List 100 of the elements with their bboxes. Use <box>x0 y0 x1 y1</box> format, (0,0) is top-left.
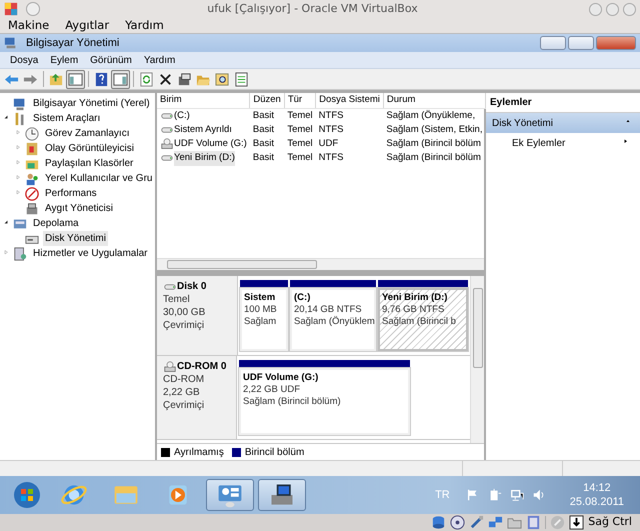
close-button[interactable] <box>596 36 636 50</box>
menu-item[interactable]: Eylem <box>44 52 84 68</box>
table-cell: NTFS <box>318 124 344 135</box>
scrollbar-thumb[interactable] <box>167 260 317 269</box>
menu-item[interactable]: Dosya <box>4 52 44 68</box>
tree-item[interactable]: Sistem Araçları <box>31 111 102 126</box>
column-header[interactable]: Durum <box>383 93 486 108</box>
volume-name[interactable]: (C:) <box>174 108 190 123</box>
volume-name[interactable]: Yeni Birim (D:) <box>174 151 235 166</box>
tree-item[interactable]: Depolama <box>31 216 81 231</box>
restore-button[interactable] <box>568 36 594 50</box>
table-cell: Basit <box>252 124 274 135</box>
partition-size: 2,22 GB UDF <box>243 384 302 396</box>
start-orb-icon <box>12 480 42 510</box>
speaker-icon[interactable] <box>532 488 546 502</box>
partition[interactable]: Yeni Birim (D:) 9,76 GB NTFS Sağlam (Birincil b <box>378 288 468 351</box>
partition-status: Sağlam (Birincil b <box>382 316 457 328</box>
date: 25.08.2011 <box>570 495 624 509</box>
taskbar-button[interactable] <box>258 479 306 511</box>
tree-item[interactable]: Olay Görüntüleyicisi <box>43 141 136 156</box>
usb-icon[interactable] <box>469 515 484 530</box>
storage-icon <box>13 216 27 230</box>
partition[interactable]: (C:) 20,14 GB NTFS Sağlam (Önyüklem <box>290 288 376 351</box>
tree-item[interactable]: Görev Zamanlayıcı <box>43 126 132 141</box>
tree-item[interactable]: Hizmetler ve Uygulamalar <box>31 246 150 261</box>
table-cell: Temel <box>287 152 313 164</box>
action-pane-icon <box>113 72 128 86</box>
tree-item[interactable]: Paylaşılan Klasörler <box>43 156 136 171</box>
folder-up-icon <box>49 72 64 86</box>
device-icon <box>25 202 39 216</box>
partition-status: Sağlam (Önyüklem <box>294 316 372 328</box>
disk-size: 2,22 GB <box>163 386 201 399</box>
clock-icon <box>25 126 39 140</box>
console-tree-button[interactable] <box>66 70 85 88</box>
menu-item[interactable]: Görünüm <box>84 52 138 68</box>
list-icon <box>234 72 249 86</box>
partition-label: Yeni Birim (D:) <box>382 292 448 304</box>
network-icon[interactable] <box>488 515 504 530</box>
column-header[interactable]: Düzen <box>250 93 284 108</box>
tree-item[interactable]: Yerel Kullanıcılar ve Gru <box>43 171 154 186</box>
maximize-button[interactable] <box>606 2 619 16</box>
cd-drive-icon <box>163 360 177 372</box>
partition-size: 100 MB <box>244 304 278 316</box>
table-cell: NTFS <box>318 110 344 120</box>
volume-name[interactable]: Sistem Ayrıldı <box>174 122 232 137</box>
display-icon[interactable] <box>526 515 542 530</box>
table-cell: Sağlam (Birincil bölüm <box>386 138 481 149</box>
table-cell: Temel <box>287 110 313 120</box>
disk-type: CD-ROM <box>163 373 206 386</box>
cd-drive-icon <box>160 138 174 150</box>
table-cell: Sağlam (Sistem, Etkin, <box>386 124 482 135</box>
menu-item[interactable]: Makine <box>0 16 58 34</box>
computer-icon <box>4 36 18 50</box>
table-cell: Temel <box>287 138 313 149</box>
volume-name[interactable]: UDF Volume (G:) <box>174 137 247 152</box>
close-button[interactable] <box>623 2 636 16</box>
disk-status: Çevrimiçi <box>163 399 206 412</box>
menu-item[interactable]: Yardım <box>117 16 172 34</box>
tree-item[interactable]: Bilgisayar Yönetimi (Yerel) <box>31 96 152 111</box>
time: 14:12 <box>583 481 611 495</box>
column-header[interactable]: Birim <box>157 93 250 108</box>
minimize-button[interactable] <box>540 36 566 50</box>
action-section[interactable]: Disk Yönetimi <box>486 113 640 133</box>
scrollbar-thumb[interactable] <box>472 288 482 368</box>
table-cell: UDF <box>318 138 338 149</box>
action-link[interactable]: Ek Eylemler <box>512 136 566 150</box>
app-icon <box>4 2 18 16</box>
column-header[interactable]: Dosya Sistemi <box>316 93 384 108</box>
partition-size: 9,76 GB NTFS <box>382 304 446 316</box>
menu-item[interactable]: Aygıtlar <box>57 16 118 34</box>
minimize-button[interactable] <box>589 2 602 16</box>
action-pane-button[interactable] <box>111 70 130 88</box>
partition[interactable]: Sistem 100 MB Sağlam <box>240 288 288 351</box>
partition-status: Sağlam (Birincil bölüm) <box>243 396 342 408</box>
column-header[interactable]: Tür <box>284 93 316 108</box>
window-menu-button[interactable] <box>26 2 40 16</box>
window-title: Bilgisayar Yönetimi <box>26 36 120 51</box>
disk-size: 30,00 GB <box>163 306 206 319</box>
services-icon <box>13 246 27 260</box>
gauge-icon <box>25 186 39 200</box>
find-icon <box>215 72 230 86</box>
tree-item[interactable]: Disk Yönetimi <box>43 231 108 246</box>
tree-item[interactable]: Performans <box>43 186 99 201</box>
table-cell: Basit <box>252 138 274 149</box>
tree-item[interactable]: Aygıt Yöneticisi <box>43 201 116 216</box>
network-icon[interactable] <box>510 488 524 502</box>
legend-label: Ayrılmamış <box>174 446 224 460</box>
table-cell: Sağlam (Birincil bölüm <box>386 152 481 164</box>
partition-label: (C:) <box>294 292 312 304</box>
optical-disc-icon[interactable] <box>450 515 466 530</box>
menu-item[interactable]: Yardım <box>138 52 182 68</box>
partition-label: Sistem <box>244 292 276 304</box>
console-tree-icon <box>68 72 83 86</box>
table-cell: Basit <box>252 152 274 164</box>
partition[interactable]: UDF Volume (G:) 2,22 GB UDF Sağlam (Birincil bölüm) <box>239 368 410 435</box>
table-cell: Basit <box>252 110 274 120</box>
hard-disk-icon[interactable] <box>431 515 446 530</box>
partition-label: UDF Volume (G:) <box>243 372 320 384</box>
disk-type: Temel <box>163 293 191 306</box>
log-icon <box>25 142 39 156</box>
